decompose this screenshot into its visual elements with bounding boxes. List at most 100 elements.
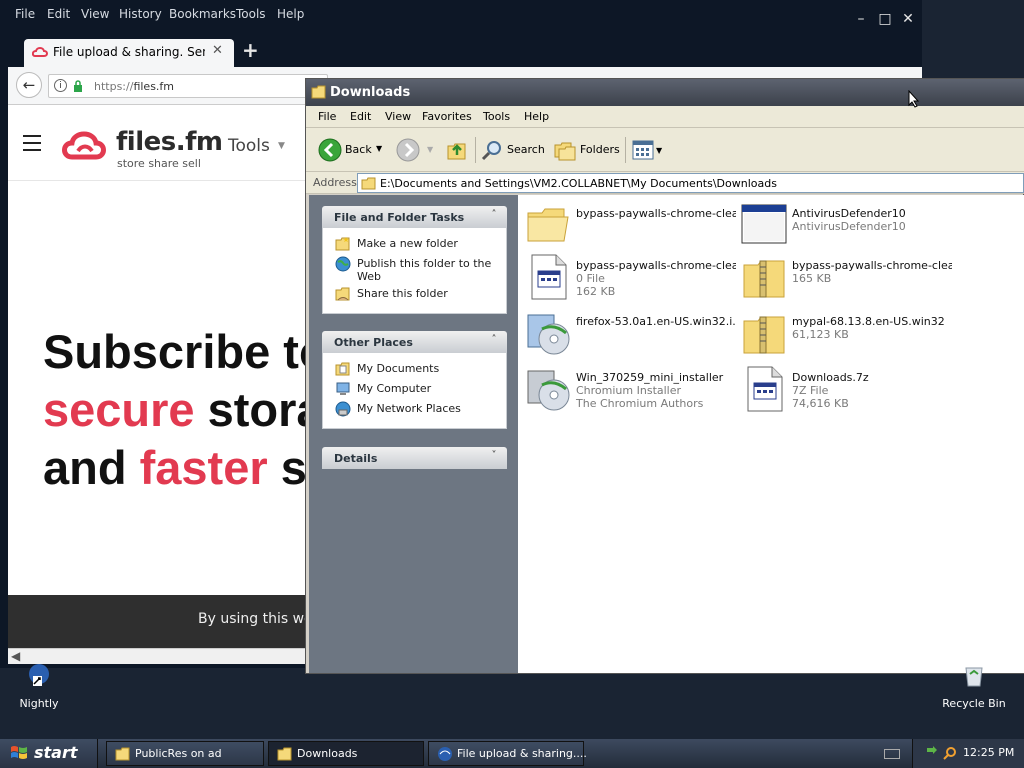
new-tab-button[interactable]: +: [242, 38, 259, 62]
toolbar-separator: [475, 137, 476, 163]
info-icon[interactable]: i: [54, 79, 67, 92]
task-pane: File and Folder Tasks ˄ Make a new folde…: [309, 195, 518, 673]
firefox-menubar: File Edit View History Bookmarks Tools H…: [0, 0, 922, 30]
address-value: E:\Documents and Settings\VM2.COLLABNET\…: [380, 177, 777, 190]
windows-logo-icon: [11, 746, 27, 759]
chevron-down-icon[interactable]: ▼: [278, 141, 285, 151]
generic-file-icon: [747, 366, 783, 412]
network-arrow-icon[interactable]: [925, 746, 939, 760]
address-input[interactable]: E:\Documents and Settings\VM2.COLLABNET\…: [357, 173, 1024, 193]
chevron-down-icon[interactable]: ▼: [376, 144, 382, 153]
computer-icon: [336, 382, 350, 395]
clock[interactable]: 12:25 PM: [963, 746, 1014, 759]
headline-line-2: secure stora: [43, 383, 323, 436]
menu-edit[interactable]: Edit: [350, 110, 371, 123]
explorer-title: Downloads: [330, 85, 411, 100]
headline-line-3: and faster s: [43, 441, 307, 494]
folder-icon: [311, 85, 326, 99]
cookie-text: By using this we: [198, 611, 313, 627]
taskbar: start PublicRes on ad Downloads File upl…: [0, 739, 1024, 768]
back-arrow-icon: [318, 138, 342, 162]
back-arrow-icon[interactable]: ←: [16, 72, 42, 98]
menu-view[interactable]: View: [81, 7, 109, 21]
menu-tools[interactable]: Tools: [236, 7, 266, 21]
tools-menu[interactable]: Tools: [228, 136, 270, 156]
menu-favorites[interactable]: Favorites: [422, 110, 472, 123]
close-icon[interactable]: ✕: [899, 10, 917, 28]
desktop-icon-nightly[interactable]: Nightly: [14, 664, 64, 710]
file-item[interactable]: AntivirusDefender10 AntivirusDefender10: [740, 201, 955, 253]
new-folder-icon: [335, 237, 350, 251]
minimize-icon[interactable]: –: [852, 10, 870, 28]
menu-history[interactable]: History: [119, 7, 162, 21]
menu-file[interactable]: File: [15, 7, 35, 21]
files-fm-logo[interactable]: files.fm store share sell: [60, 127, 223, 170]
menu-file[interactable]: File: [318, 110, 336, 123]
file-item[interactable]: firefox-53.0a1.en-US.win32.i...: [524, 309, 739, 361]
back-button[interactable]: Back ▼: [318, 137, 388, 163]
file-item[interactable]: bypass-paywalls-chrome-clea... 165 KB: [740, 253, 955, 305]
panel-title: Other Places: [334, 336, 413, 349]
desktop-icon-recycle-bin[interactable]: Recycle Bin: [942, 664, 1006, 710]
folder-icon: [361, 177, 376, 190]
menu-help[interactable]: Help: [524, 110, 549, 123]
menu-help[interactable]: Help: [277, 7, 304, 21]
browser-tab[interactable]: File upload & sharing. Send la... ✕: [24, 39, 234, 67]
file-item[interactable]: mypal-68.13.8.en-US.win32 61,123 KB: [740, 309, 955, 361]
tab-close-icon[interactable]: ✕: [212, 43, 223, 58]
cloud-logo-icon: [62, 131, 106, 160]
brand-name: files.fm: [116, 127, 223, 157]
taskbar-button-downloads[interactable]: Downloads: [268, 741, 424, 766]
network-places-icon: [335, 401, 351, 417]
file-item[interactable]: Downloads.7z 7Z File 74,616 KB: [740, 365, 955, 417]
chevron-down-icon[interactable]: ▼: [427, 145, 433, 154]
zip-folder-icon: [743, 260, 785, 298]
keyboard-icon[interactable]: [884, 749, 900, 759]
search-icon: [481, 141, 501, 161]
installer-disc-icon: [527, 370, 570, 411]
menu-edit[interactable]: Edit: [47, 7, 70, 21]
taskbar-button-publicres[interactable]: PublicRes on ad: [106, 741, 264, 766]
hamburger-menu-icon[interactable]: [23, 135, 41, 156]
menu-view[interactable]: View: [385, 110, 411, 123]
panel-header[interactable]: Other Places ˄: [322, 331, 507, 353]
mouse-cursor-icon: [908, 90, 920, 108]
brand-tagline: store share sell: [117, 157, 201, 170]
file-item[interactable]: bypass-paywalls-chrome-clea...: [524, 201, 739, 253]
maximize-icon[interactable]: □: [876, 10, 894, 28]
headline-line-1: Subscribe to: [43, 325, 328, 378]
folder-icon: [115, 747, 130, 761]
views-icon[interactable]: [632, 140, 654, 160]
menu-tools[interactable]: Tools: [483, 110, 510, 123]
search-button[interactable]: Search: [480, 137, 546, 163]
scroll-left-icon[interactable]: ◀: [11, 649, 20, 663]
url-text: https://files.fm: [94, 80, 175, 93]
panel-title: Details: [334, 452, 378, 465]
file-item[interactable]: bypass-paywalls-chrome-clea... 0 File 16…: [524, 253, 739, 305]
menu-bookmarks[interactable]: Bookmarks: [169, 7, 236, 21]
address-label: Address: [313, 176, 357, 189]
start-label: start: [34, 743, 78, 762]
start-button[interactable]: start: [0, 739, 98, 768]
forward-arrow-icon[interactable]: [396, 138, 420, 162]
application-window-icon: [741, 204, 787, 244]
explorer-menubar: File Edit View Favorites Tools Help: [306, 106, 1024, 128]
folder-icon: [527, 208, 569, 242]
collapse-icon[interactable]: ˄: [487, 333, 501, 347]
folders-icon: [554, 142, 576, 161]
file-item[interactable]: Win_370259_mini_installer Chromium Insta…: [524, 365, 739, 417]
url-bar[interactable]: i https://files.fm: [48, 74, 328, 98]
nightly-icon: [29, 664, 49, 686]
chevron-down-icon[interactable]: ▼: [656, 146, 662, 155]
panel-header[interactable]: Details ˅: [322, 447, 507, 469]
folders-button[interactable]: Folders: [553, 137, 620, 163]
file-folder-tasks-panel: File and Folder Tasks ˄ Make a new folde…: [322, 206, 507, 314]
explorer-window: Downloads File Edit View Favorites Tools…: [305, 78, 1024, 674]
expand-icon[interactable]: ˅: [487, 449, 501, 463]
panel-header[interactable]: File and Folder Tasks ˄: [322, 206, 507, 228]
tab-title: File upload & sharing. Send la...: [53, 45, 205, 59]
search-icon[interactable]: [943, 746, 957, 760]
collapse-icon[interactable]: ˄: [487, 208, 501, 222]
folder-up-icon[interactable]: [445, 138, 469, 162]
taskbar-button-firefox[interactable]: File upload & sharing....: [428, 741, 587, 766]
